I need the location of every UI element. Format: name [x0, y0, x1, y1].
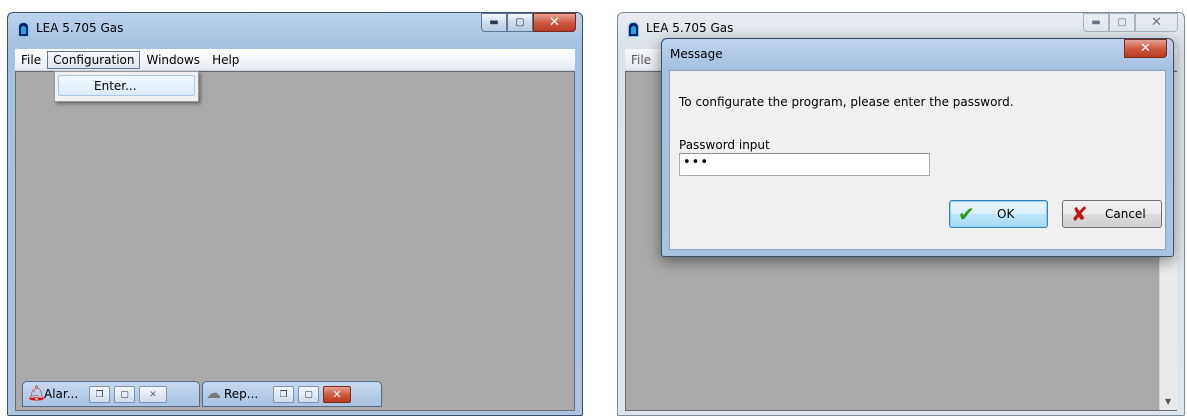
- maximize-button[interactable]: ▢: [1109, 13, 1135, 32]
- close-button[interactable]: ✕: [533, 13, 576, 32]
- minimize-button[interactable]: ▬: [1083, 13, 1109, 32]
- minimize-icon: ▬: [1091, 17, 1101, 28]
- maximize-icon: ▢: [1117, 17, 1127, 28]
- ok-button-label: OK: [997, 207, 1015, 221]
- restore-button[interactable]: ❐: [89, 386, 110, 403]
- dialog-body: To configurate the program, please enter…: [669, 70, 1166, 250]
- minimized-alarm-window[interactable]: 🔔︎ Alar... ❐ ▢ ✕: [22, 381, 200, 407]
- maximize-icon: ▢: [304, 389, 313, 400]
- minimize-icon: ▬: [489, 17, 499, 28]
- dialog-title-bar[interactable]: Message ✕: [662, 39, 1173, 69]
- close-icon: ✕: [1140, 41, 1151, 56]
- menu-configuration[interactable]: Configuration: [47, 50, 141, 69]
- close-icon: ✕: [1151, 15, 1162, 30]
- mdi-client-area: [15, 71, 575, 411]
- app-icon[interactable]: [18, 22, 29, 37]
- minimize-button[interactable]: ▬: [481, 13, 507, 32]
- close-button[interactable]: ✕: [1135, 13, 1178, 32]
- close-icon: ✕: [549, 15, 560, 30]
- close-button[interactable]: ✕: [323, 386, 351, 403]
- ok-button[interactable]: ✔ OK: [949, 200, 1048, 228]
- menu-item-enter-label: Enter...: [94, 79, 137, 93]
- close-icon: ✕: [332, 388, 342, 401]
- configuration-dropdown: Enter...: [54, 71, 199, 102]
- menu-windows[interactable]: Windows: [140, 51, 206, 69]
- app-icon[interactable]: [628, 22, 639, 37]
- report-icon: ☁: [206, 384, 221, 402]
- password-dialog: Message ✕ To configurate the program, pl…: [661, 38, 1174, 257]
- dialog-close-button[interactable]: ✕: [1124, 39, 1167, 58]
- restore-icon: ❐: [279, 389, 288, 400]
- maximize-button[interactable]: ▢: [114, 386, 135, 403]
- menu-file[interactable]: File: [15, 51, 47, 69]
- window-title: LEA 5.705 Gas: [36, 21, 124, 35]
- close-icon: ✕: [149, 389, 157, 400]
- menu-bar: File Configuration Windows Help: [15, 49, 575, 71]
- restore-icon: ❐: [95, 389, 104, 400]
- password-label: Password input: [679, 138, 770, 152]
- maximize-button[interactable]: ▢: [507, 13, 533, 32]
- window-title: LEA 5.705 Gas: [646, 21, 734, 35]
- minimized-report-window[interactable]: ☁ Rep... ❐ ▢ ✕: [202, 381, 382, 407]
- maximize-icon: ▢: [515, 17, 525, 28]
- restore-button[interactable]: ❐: [273, 386, 294, 403]
- maximize-icon: ▢: [120, 389, 129, 400]
- dialog-title: Message: [670, 47, 723, 61]
- menu-file[interactable]: File: [625, 51, 657, 69]
- close-button[interactable]: ✕: [139, 386, 167, 403]
- dialog-message: To configurate the program, please enter…: [679, 95, 1014, 109]
- cross-icon: ✘: [1071, 202, 1088, 226]
- checkmark-icon: ✔: [958, 202, 975, 226]
- menu-help[interactable]: Help: [206, 51, 245, 69]
- title-bar[interactable]: LEA 5.705 Gas ▬ ▢ ✕: [8, 13, 582, 43]
- cancel-button-label: Cancel: [1105, 207, 1146, 221]
- cancel-button[interactable]: ✘ Cancel: [1062, 200, 1162, 228]
- minimized-report-label: Rep...: [224, 387, 259, 401]
- scroll-down-icon[interactable]: ▼: [1165, 397, 1171, 406]
- maximize-button[interactable]: ▢: [298, 386, 319, 403]
- menu-item-enter[interactable]: Enter...: [58, 75, 195, 96]
- minimized-alarm-label: Alar...: [44, 387, 79, 401]
- password-input[interactable]: •••: [679, 153, 930, 176]
